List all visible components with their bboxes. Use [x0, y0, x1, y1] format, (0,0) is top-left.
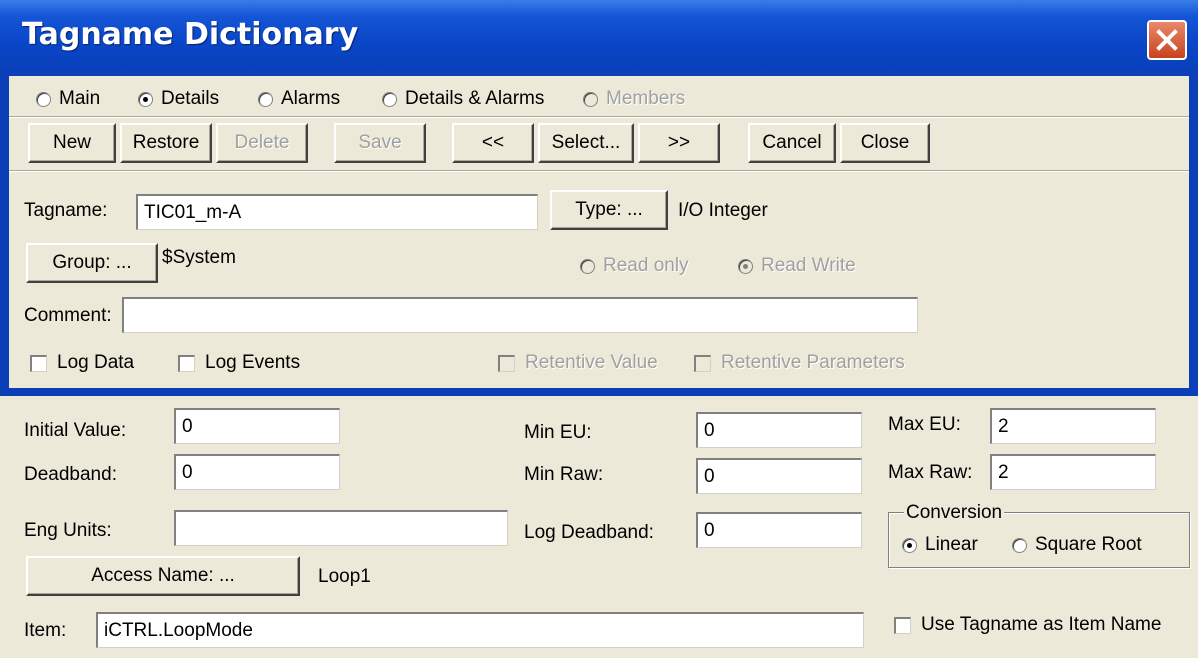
max-eu-input[interactable]: 2 [990, 408, 1156, 444]
radio-read-write-label: Read Write [761, 255, 856, 276]
log-deadband-input[interactable]: 0 [696, 512, 862, 548]
radio-linear-label: Linear [925, 534, 978, 555]
radio-details-dot [138, 91, 153, 107]
radio-read-only: Read only [580, 255, 689, 277]
min-raw-label: Min Raw: [524, 464, 604, 485]
radio-square-root-dot [1012, 537, 1027, 553]
cancel-button[interactable]: Cancel [748, 123, 836, 163]
separator [9, 116, 1189, 118]
max-raw-label: Max Raw: [888, 462, 973, 483]
use-tagname-label: Use Tagname as Item Name [921, 614, 1162, 635]
item-input[interactable]: iCTRL.LoopMode [96, 612, 864, 648]
radio-square-root-label: Square Root [1035, 534, 1142, 555]
retentive-value-box [498, 354, 515, 372]
frame-right [1189, 76, 1198, 396]
radio-details-alarms[interactable]: Details & Alarms [382, 88, 544, 110]
comment-label: Comment: [24, 305, 112, 326]
comment-input[interactable] [122, 297, 918, 333]
radio-members: Members [583, 88, 685, 110]
close-button[interactable]: Close [840, 123, 930, 163]
tagname-label: Tagname: [24, 200, 108, 221]
radio-alarms-dot [258, 91, 273, 107]
log-data-label: Log Data [57, 352, 135, 373]
deadband-input[interactable]: 0 [174, 454, 340, 490]
log-data-box [30, 354, 47, 372]
close-icon [1156, 29, 1178, 51]
conversion-label: Conversion [904, 502, 1005, 524]
close-window-button[interactable] [1147, 20, 1187, 60]
radio-alarms[interactable]: Alarms [258, 88, 340, 110]
eng-units-input[interactable] [174, 510, 508, 546]
radio-members-label: Members [606, 88, 686, 109]
radio-square-root[interactable]: Square Root [1012, 534, 1142, 556]
retentive-parameters-label: Retentive Parameters [721, 352, 905, 373]
min-raw-input[interactable]: 0 [696, 458, 862, 494]
retentive-value-checkbox: Retentive Value [498, 352, 658, 374]
max-eu-label: Max EU: [888, 414, 961, 435]
retentive-parameters-box [694, 354, 711, 372]
type-button[interactable]: Type: ... [550, 190, 668, 230]
eng-units-label: Eng Units: [24, 520, 112, 541]
radio-main-label: Main [59, 88, 101, 109]
use-tagname-checkbox[interactable]: Use Tagname as Item Name [894, 614, 1161, 636]
log-data-checkbox[interactable]: Log Data [30, 352, 134, 374]
deadband-label: Deadband: [24, 464, 117, 485]
group-button[interactable]: Group: ... [26, 243, 158, 283]
log-events-checkbox[interactable]: Log Events [178, 352, 300, 374]
new-button[interactable]: New [28, 123, 116, 163]
tagname-input[interactable]: TIC01_m-A [136, 194, 538, 230]
restore-button[interactable]: Restore [120, 123, 212, 163]
group-value: $System [162, 247, 236, 268]
save-button: Save [334, 123, 426, 163]
radio-read-only-dot [580, 258, 595, 274]
separator [9, 170, 1189, 172]
radio-details[interactable]: Details [138, 88, 219, 110]
frame-left [0, 76, 9, 396]
radio-members-dot [583, 91, 598, 107]
retentive-parameters-checkbox: Retentive Parameters [694, 352, 905, 374]
initial-value-label: Initial Value: [24, 420, 127, 441]
max-raw-input[interactable]: 2 [990, 454, 1156, 490]
radio-linear-dot [902, 537, 917, 553]
frame-bottom [0, 388, 1198, 396]
radio-main[interactable]: Main [36, 88, 100, 110]
retentive-value-label: Retentive Value [525, 352, 658, 373]
initial-value-input[interactable]: 0 [174, 408, 340, 444]
type-value: I/O Integer [678, 200, 768, 221]
access-name-value: Loop1 [318, 566, 371, 587]
access-name-button[interactable]: Access Name: ... [26, 556, 300, 596]
delete-button: Delete [216, 123, 308, 163]
radio-read-write: Read Write [738, 255, 856, 277]
item-label: Item: [24, 620, 67, 641]
radio-linear[interactable]: Linear [902, 534, 978, 556]
title-bar: Tagname Dictionary [0, 0, 1198, 76]
radio-main-dot [36, 91, 51, 107]
radio-details-label: Details [161, 88, 220, 109]
log-events-label: Log Events [205, 352, 301, 373]
use-tagname-box [894, 616, 911, 634]
radio-details-alarms-dot [382, 91, 397, 107]
radio-read-only-label: Read only [603, 255, 689, 276]
previous-button[interactable]: << [452, 123, 534, 163]
radio-read-write-dot [738, 258, 753, 274]
select-button[interactable]: Select... [538, 123, 634, 163]
window-title: Tagname Dictionary [22, 17, 359, 52]
min-eu-input[interactable]: 0 [696, 412, 862, 448]
min-eu-label: Min EU: [524, 422, 592, 443]
radio-details-alarms-label: Details & Alarms [405, 88, 545, 109]
log-deadband-label: Log Deadband: [524, 522, 654, 543]
log-events-box [178, 354, 195, 372]
radio-alarms-label: Alarms [281, 88, 341, 109]
next-button[interactable]: >> [638, 123, 720, 163]
